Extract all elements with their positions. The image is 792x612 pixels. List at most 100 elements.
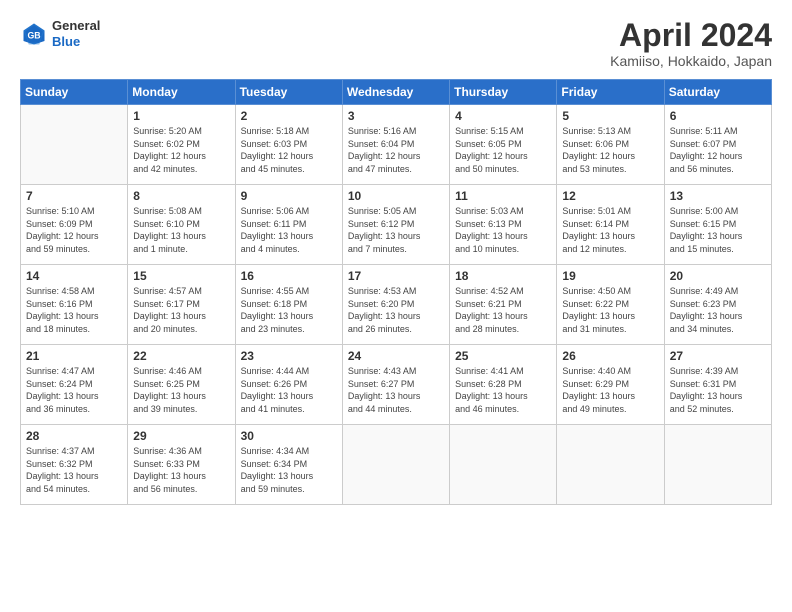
day-info: Sunrise: 4:36 AM Sunset: 6:33 PM Dayligh… <box>133 445 229 495</box>
day-number: 24 <box>348 349 444 363</box>
week-row-0: 1Sunrise: 5:20 AM Sunset: 6:02 PM Daylig… <box>21 105 772 185</box>
day-number: 2 <box>241 109 337 123</box>
day-cell: 6Sunrise: 5:11 AM Sunset: 6:07 PM Daylig… <box>664 105 771 185</box>
day-cell <box>450 425 557 505</box>
day-info: Sunrise: 5:00 AM Sunset: 6:15 PM Dayligh… <box>670 205 766 255</box>
day-info: Sunrise: 4:46 AM Sunset: 6:25 PM Dayligh… <box>133 365 229 415</box>
day-info: Sunrise: 5:15 AM Sunset: 6:05 PM Dayligh… <box>455 125 551 175</box>
day-number: 9 <box>241 189 337 203</box>
day-number: 11 <box>455 189 551 203</box>
day-number: 8 <box>133 189 229 203</box>
day-number: 14 <box>26 269 122 283</box>
week-row-3: 21 Sunrise: 4:47 AM Sunset: 6:24 PM Dayli… <box>21 345 772 425</box>
day-cell: 3 Sunrise: 5:16 AM Sunset: 6:04 PM Daylig… <box>342 105 449 185</box>
day-number: 12 <box>562 189 658 203</box>
day-cell: 14 Sunrise: 4:58 AM Sunset: 6:16 PM Dayli… <box>21 265 128 345</box>
day-cell: 1Sunrise: 5:20 AM Sunset: 6:02 PM Daylig… <box>128 105 235 185</box>
day-info: Sunrise: 4:43 AM Sunset: 6:27 PM Dayligh… <box>348 365 444 415</box>
day-number: 28 <box>26 429 122 443</box>
day-cell: 21 Sunrise: 4:47 AM Sunset: 6:24 PM Dayli… <box>21 345 128 425</box>
day-info: Sunrise: 5:08 AM Sunset: 6:10 PM Dayligh… <box>133 205 229 255</box>
day-cell: 4 Sunrise: 5:15 AM Sunset: 6:05 PM Daylig… <box>450 105 557 185</box>
week-row-4: 28 Sunrise: 4:37 AM Sunset: 6:32 PM Dayli… <box>21 425 772 505</box>
day-cell: 7 Sunrise: 5:10 AM Sunset: 6:09 PM Daylig… <box>21 185 128 265</box>
day-cell: 28 Sunrise: 4:37 AM Sunset: 6:32 PM Dayli… <box>21 425 128 505</box>
day-cell: 9 Sunrise: 5:06 AM Sunset: 6:11 PM Daylig… <box>235 185 342 265</box>
day-info: Sunrise: 5:13 AM Sunset: 6:06 PM Dayligh… <box>562 125 658 175</box>
week-row-2: 14 Sunrise: 4:58 AM Sunset: 6:16 PM Dayli… <box>21 265 772 345</box>
day-cell: 13 Sunrise: 5:00 AM Sunset: 6:15 PM Dayli… <box>664 185 771 265</box>
day-number: 30 <box>241 429 337 443</box>
day-number: 25 <box>455 349 551 363</box>
day-cell: 23 Sunrise: 4:44 AM Sunset: 6:26 PM Dayli… <box>235 345 342 425</box>
day-number: 6 <box>670 109 766 123</box>
day-info: Sunrise: 4:49 AM Sunset: 6:23 PM Dayligh… <box>670 285 766 335</box>
day-number: 4 <box>455 109 551 123</box>
day-info: Sunrise: 4:39 AM Sunset: 6:31 PM Dayligh… <box>670 365 766 415</box>
location: Kamiiso, Hokkaido, Japan <box>610 53 772 69</box>
col-thursday: Thursday <box>450 80 557 105</box>
day-info: Sunrise: 4:44 AM Sunset: 6:26 PM Dayligh… <box>241 365 337 415</box>
day-cell: 5 Sunrise: 5:13 AM Sunset: 6:06 PM Daylig… <box>557 105 664 185</box>
col-monday: Monday <box>128 80 235 105</box>
day-number: 18 <box>455 269 551 283</box>
day-info: Sunrise: 4:57 AM Sunset: 6:17 PM Dayligh… <box>133 285 229 335</box>
day-number: 3 <box>348 109 444 123</box>
day-info: Sunrise: 5:18 AM Sunset: 6:03 PM Dayligh… <box>241 125 337 175</box>
day-cell: 12 Sunrise: 5:01 AM Sunset: 6:14 PM Dayli… <box>557 185 664 265</box>
logo-icon: GB <box>20 20 48 48</box>
day-number: 23 <box>241 349 337 363</box>
day-number: 10 <box>348 189 444 203</box>
day-info: Sunrise: 4:37 AM Sunset: 6:32 PM Dayligh… <box>26 445 122 495</box>
day-number: 19 <box>562 269 658 283</box>
day-cell: 15Sunrise: 4:57 AM Sunset: 6:17 PM Dayli… <box>128 265 235 345</box>
calendar-header: Sunday Monday Tuesday Wednesday Thursday… <box>21 80 772 105</box>
day-info: Sunrise: 5:01 AM Sunset: 6:14 PM Dayligh… <box>562 205 658 255</box>
day-info: Sunrise: 4:53 AM Sunset: 6:20 PM Dayligh… <box>348 285 444 335</box>
day-number: 13 <box>670 189 766 203</box>
col-saturday: Saturday <box>664 80 771 105</box>
day-cell: 20 Sunrise: 4:49 AM Sunset: 6:23 PM Dayli… <box>664 265 771 345</box>
day-info: Sunrise: 4:50 AM Sunset: 6:22 PM Dayligh… <box>562 285 658 335</box>
day-cell: 16 Sunrise: 4:55 AM Sunset: 6:18 PM Dayli… <box>235 265 342 345</box>
day-cell: 29 Sunrise: 4:36 AM Sunset: 6:33 PM Dayli… <box>128 425 235 505</box>
day-cell: 18 Sunrise: 4:52 AM Sunset: 6:21 PM Dayli… <box>450 265 557 345</box>
day-info: Sunrise: 4:47 AM Sunset: 6:24 PM Dayligh… <box>26 365 122 415</box>
col-sunday: Sunday <box>21 80 128 105</box>
day-info: Sunrise: 4:58 AM Sunset: 6:16 PM Dayligh… <box>26 285 122 335</box>
day-cell: 17Sunrise: 4:53 AM Sunset: 6:20 PM Dayli… <box>342 265 449 345</box>
month-title: April 2024 <box>610 18 772 53</box>
day-info: Sunrise: 5:03 AM Sunset: 6:13 PM Dayligh… <box>455 205 551 255</box>
day-cell <box>664 425 771 505</box>
day-info: Sunrise: 4:41 AM Sunset: 6:28 PM Dayligh… <box>455 365 551 415</box>
svg-text:GB: GB <box>27 30 40 40</box>
day-number: 20 <box>670 269 766 283</box>
day-cell <box>557 425 664 505</box>
day-info: Sunrise: 5:10 AM Sunset: 6:09 PM Dayligh… <box>26 205 122 255</box>
day-number: 7 <box>26 189 122 203</box>
day-info: Sunrise: 4:55 AM Sunset: 6:18 PM Dayligh… <box>241 285 337 335</box>
day-info: Sunrise: 4:52 AM Sunset: 6:21 PM Dayligh… <box>455 285 551 335</box>
page: GB General Blue April 2024 Kamiiso, Hokk… <box>0 0 792 612</box>
col-tuesday: Tuesday <box>235 80 342 105</box>
day-cell: 24 Sunrise: 4:43 AM Sunset: 6:27 PM Dayli… <box>342 345 449 425</box>
day-number: 21 <box>26 349 122 363</box>
calendar-body: 1Sunrise: 5:20 AM Sunset: 6:02 PM Daylig… <box>21 105 772 505</box>
day-cell: 30Sunrise: 4:34 AM Sunset: 6:34 PM Dayli… <box>235 425 342 505</box>
day-number: 16 <box>241 269 337 283</box>
day-cell: 2 Sunrise: 5:18 AM Sunset: 6:03 PM Daylig… <box>235 105 342 185</box>
logo-blue-text: Blue <box>52 34 100 50</box>
logo-text: General Blue <box>52 18 100 49</box>
week-row-1: 7 Sunrise: 5:10 AM Sunset: 6:09 PM Daylig… <box>21 185 772 265</box>
day-number: 27 <box>670 349 766 363</box>
header: GB General Blue April 2024 Kamiiso, Hokk… <box>20 18 772 69</box>
day-info: Sunrise: 5:16 AM Sunset: 6:04 PM Dayligh… <box>348 125 444 175</box>
calendar: Sunday Monday Tuesday Wednesday Thursday… <box>20 79 772 505</box>
day-number: 29 <box>133 429 229 443</box>
day-cell: 22Sunrise: 4:46 AM Sunset: 6:25 PM Dayli… <box>128 345 235 425</box>
day-info: Sunrise: 5:05 AM Sunset: 6:12 PM Dayligh… <box>348 205 444 255</box>
day-number: 5 <box>562 109 658 123</box>
day-cell: 26Sunrise: 4:40 AM Sunset: 6:29 PM Dayli… <box>557 345 664 425</box>
day-info: Sunrise: 5:06 AM Sunset: 6:11 PM Dayligh… <box>241 205 337 255</box>
logo-general-text: General <box>52 18 100 34</box>
